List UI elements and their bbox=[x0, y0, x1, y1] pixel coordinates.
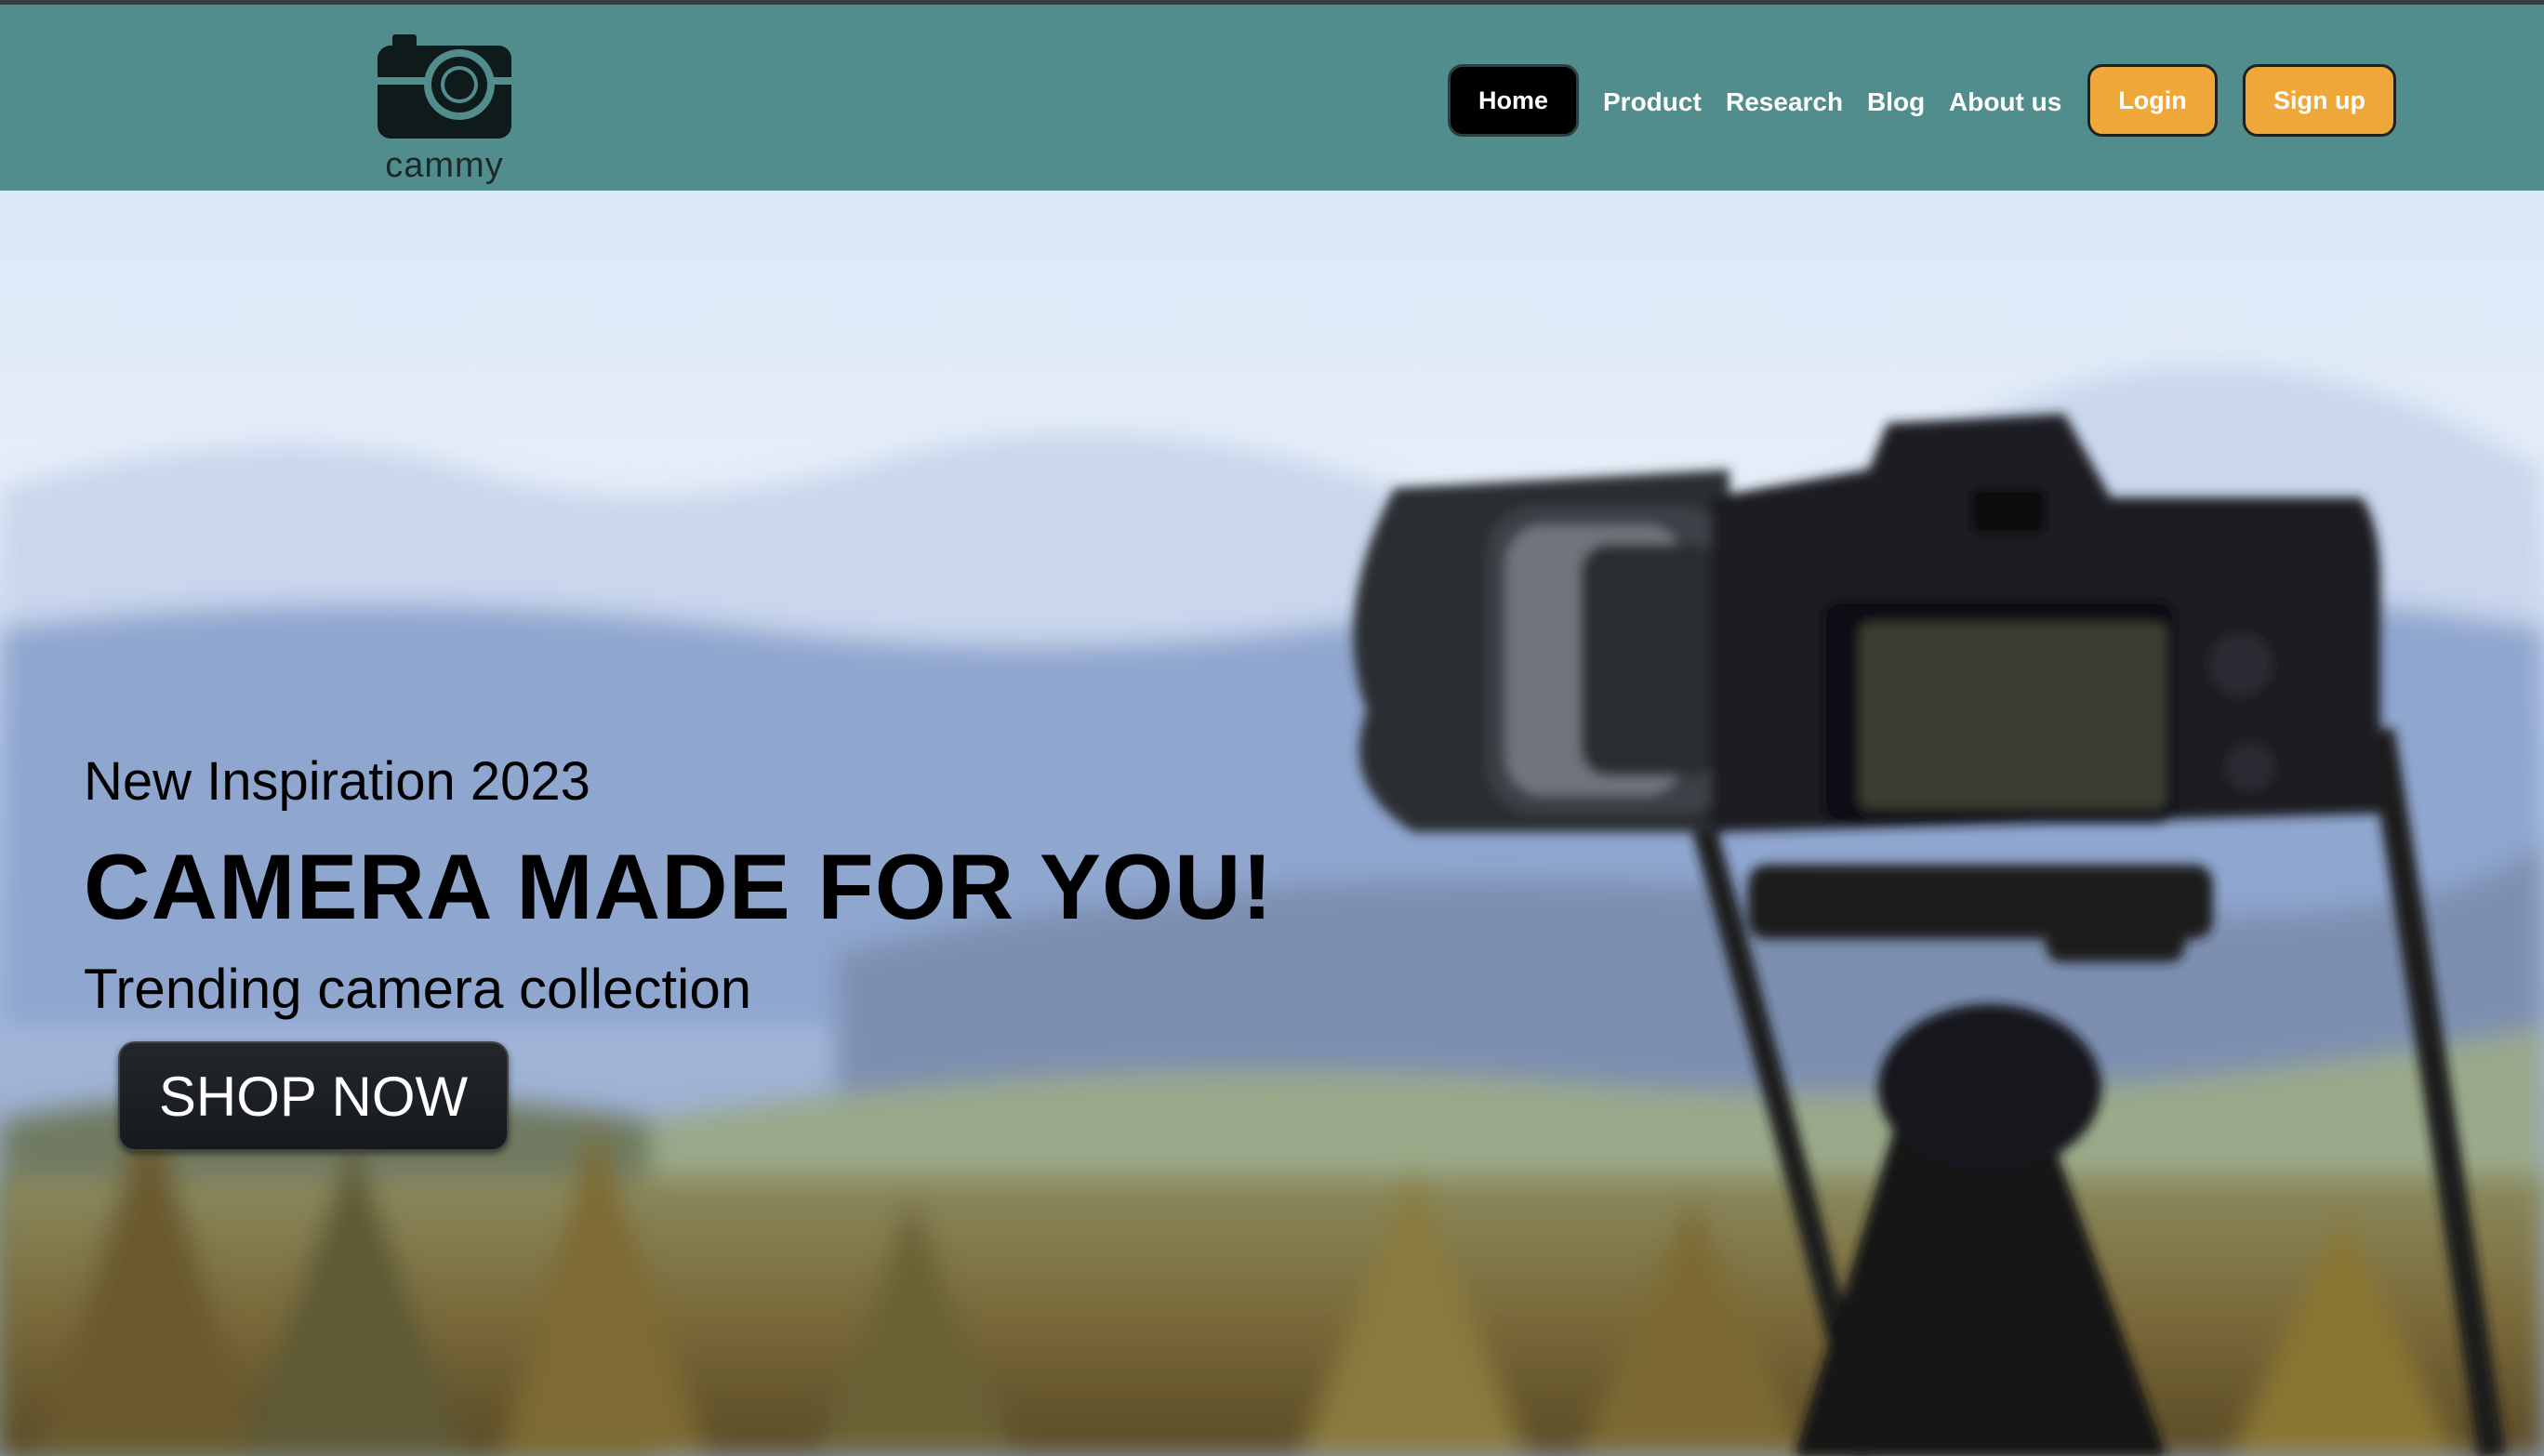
hero-overline: New Inspiration 2023 bbox=[84, 751, 590, 812]
hero-background-image bbox=[0, 191, 2544, 1456]
site-header: cammy Home Product Research Blog About u… bbox=[0, 5, 2544, 191]
hero-subtitle: Trending camera collection bbox=[84, 958, 752, 1020]
nav-about-link[interactable]: About us bbox=[1949, 86, 2061, 118]
shop-now-button[interactable]: SHOP NOW bbox=[118, 1041, 509, 1151]
nav-home-button[interactable]: Home bbox=[1448, 64, 1579, 137]
signup-button[interactable]: Sign up bbox=[2243, 64, 2396, 137]
nav-blog-link[interactable]: Blog bbox=[1867, 86, 1925, 118]
camera-icon bbox=[378, 34, 511, 139]
nav-product-link[interactable]: Product bbox=[1603, 86, 1702, 118]
logo-text: cammy bbox=[385, 146, 504, 185]
nav-research-link[interactable]: Research bbox=[1726, 86, 1843, 118]
login-button[interactable]: Login bbox=[2087, 64, 2218, 137]
hero-title: CAMERA MADE FOR YOU! bbox=[84, 835, 1274, 938]
hero-section: New Inspiration 2023 CAMERA MADE FOR YOU… bbox=[0, 191, 2544, 1456]
brand-logo[interactable]: cammy bbox=[376, 27, 513, 185]
